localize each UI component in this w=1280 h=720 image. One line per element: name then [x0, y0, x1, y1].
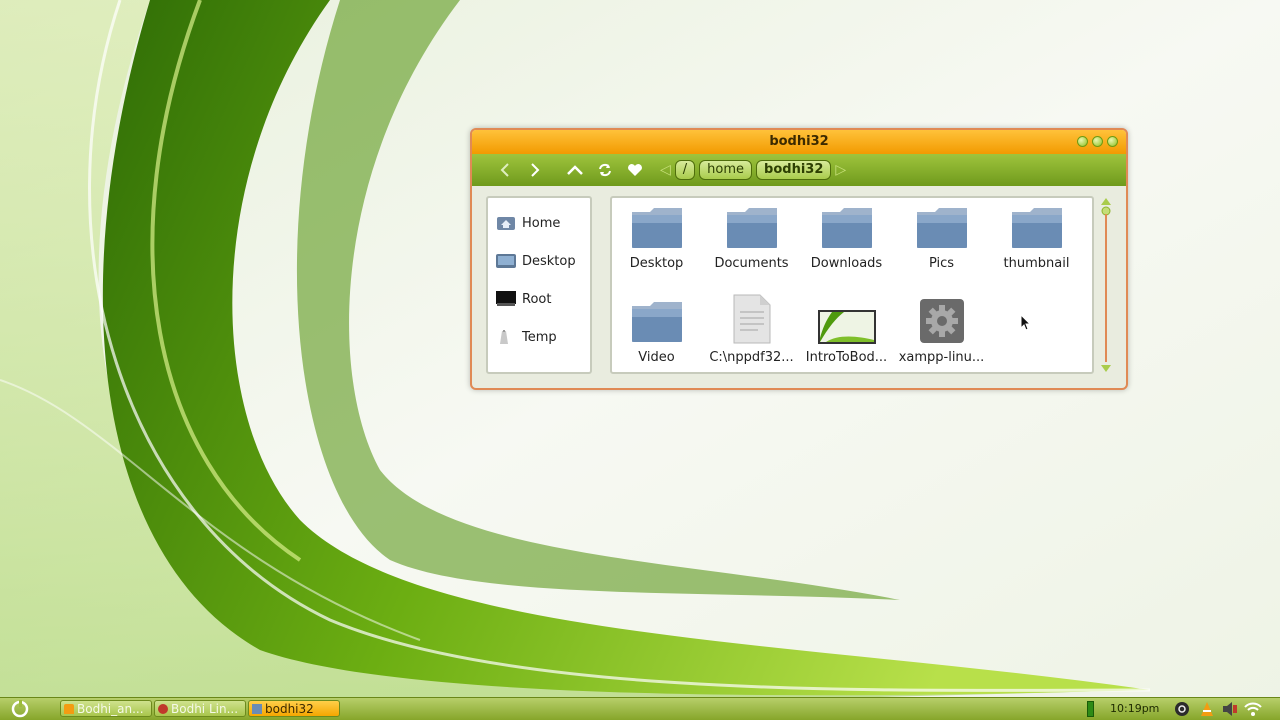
- up-button[interactable]: [560, 165, 590, 175]
- back-button[interactable]: [490, 163, 520, 177]
- scroll-thumb[interactable]: [1101, 206, 1111, 216]
- places-sidebar: Home Desktop Root Temp: [486, 196, 592, 374]
- vertical-scrollbar[interactable]: [1099, 196, 1113, 374]
- breadcrumb-root[interactable]: /: [674, 160, 696, 180]
- document-icon: [733, 294, 770, 344]
- folder-icon: [916, 208, 967, 248]
- home-icon: [496, 215, 516, 231]
- folder-icon: [631, 208, 682, 248]
- trash-icon: [496, 329, 516, 345]
- sidebar-item-label: Temp: [522, 329, 557, 345]
- start-menu-button[interactable]: [10, 700, 30, 718]
- gear-icon: [919, 299, 964, 343]
- chevron-up-icon: [567, 165, 583, 175]
- scroll-up-arrow-icon[interactable]: [1101, 198, 1111, 205]
- vlc-icon: [64, 704, 74, 714]
- refresh-icon: [599, 163, 611, 177]
- image-thumbnail-icon: [817, 310, 876, 344]
- power-icon[interactable]: [1174, 701, 1190, 717]
- browser-icon: [158, 704, 168, 714]
- folder-icon: [252, 704, 262, 714]
- sidebar-item-desktop[interactable]: Desktop: [488, 242, 590, 280]
- breadcrumb-left-arrow-icon[interactable]: ◁: [660, 162, 671, 178]
- sidebar-item-root[interactable]: Root: [488, 280, 590, 318]
- bookmark-button[interactable]: [620, 163, 650, 177]
- monitor-icon: [496, 291, 516, 307]
- navigation-toolbar: ◁ / home bodhi32 ▷: [472, 154, 1126, 186]
- window-title: bodhi32: [769, 134, 829, 149]
- window-titlebar[interactable]: bodhi32: [472, 130, 1126, 154]
- file-item-xampp[interactable]: xampp-linu...: [894, 294, 989, 365]
- folder-icon: [1011, 208, 1062, 248]
- file-item-documents[interactable]: Documents: [704, 204, 799, 271]
- file-item-introtobodhi[interactable]: IntroToBod...: [799, 298, 894, 365]
- refresh-button[interactable]: [590, 162, 620, 178]
- chevron-right-icon: [531, 163, 540, 177]
- file-item-desktop[interactable]: Desktop: [609, 204, 704, 271]
- chevron-left-icon: [500, 163, 509, 177]
- sidebar-item-label: Root: [522, 291, 552, 307]
- clock[interactable]: 10:19pm: [1110, 698, 1159, 719]
- mouse-cursor-icon: [1020, 314, 1032, 331]
- file-manager-window: bodhi32 ◁ / home bodhi32 ▷ Home Desktop …: [470, 128, 1128, 390]
- sidebar-item-home[interactable]: Home: [488, 204, 590, 242]
- battery-icon[interactable]: [1087, 701, 1094, 717]
- breadcrumb-home[interactable]: home: [699, 160, 753, 180]
- file-item-thumbnail[interactable]: thumbnail: [989, 204, 1084, 271]
- file-list-pane: Desktop Documents Downloads Pics thumbna…: [610, 196, 1094, 374]
- sidebar-item-label: Desktop: [522, 253, 576, 269]
- volume-icon[interactable]: [1222, 701, 1238, 717]
- taskbar-task-3[interactable]: bodhi32: [248, 700, 340, 717]
- vlc-tray-icon[interactable]: [1199, 701, 1215, 717]
- minimize-icon[interactable]: [1077, 136, 1088, 147]
- sidebar-item-temp[interactable]: Temp: [488, 318, 590, 356]
- window-controls: [1077, 136, 1118, 147]
- breadcrumb-current[interactable]: bodhi32: [756, 160, 832, 180]
- heart-icon: [628, 164, 642, 176]
- scroll-down-arrow-icon[interactable]: [1101, 365, 1111, 372]
- file-item-pics[interactable]: Pics: [894, 204, 989, 271]
- forward-button[interactable]: [520, 163, 550, 177]
- folder-icon: [631, 302, 682, 342]
- file-item-video[interactable]: Video: [609, 298, 704, 365]
- breadcrumb-right-arrow-icon[interactable]: ▷: [835, 162, 846, 178]
- folder-icon: [821, 208, 872, 248]
- file-item-downloads[interactable]: Downloads: [799, 204, 894, 271]
- file-item-nppdf[interactable]: C:\nppdf32...: [704, 294, 799, 365]
- wifi-icon[interactable]: [1244, 701, 1262, 717]
- taskbar-task-2[interactable]: Bodhi Lin...: [154, 700, 246, 717]
- taskbar-task-1[interactable]: Bodhi_an...: [60, 700, 152, 717]
- close-icon[interactable]: [1107, 136, 1118, 147]
- sidebar-item-label: Home: [522, 215, 561, 231]
- maximize-icon[interactable]: [1092, 136, 1103, 147]
- folder-icon: [726, 208, 777, 248]
- taskbar: Bodhi_an... Bodhi Lin... bodhi32 10:19pm: [0, 697, 1280, 720]
- desktop-icon: [496, 253, 516, 269]
